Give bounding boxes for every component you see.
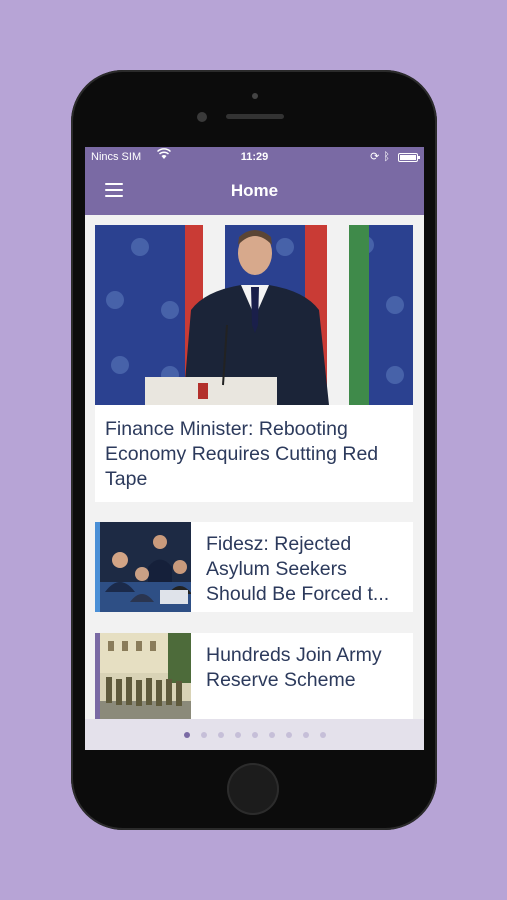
article-thumbnail (100, 633, 191, 719)
featured-article-image (95, 225, 413, 405)
page-dot[interactable] (302, 732, 309, 738)
nav-bar: Home (85, 167, 424, 215)
battery-icon (398, 153, 420, 162)
page-dot[interactable] (251, 732, 258, 738)
page-dot[interactable] (319, 732, 326, 738)
page-title: Home (230, 181, 279, 200)
front-camera (197, 112, 207, 122)
featured-article-title[interactable]: Finance Minister: Rebooting Economy Requ… (95, 405, 413, 492)
article-thumbnail (100, 522, 191, 612)
page-dot[interactable] (183, 732, 190, 738)
page-indicator[interactable] (85, 719, 424, 750)
article-card[interactable]: Fidesz: Rejected Asylum Seekers Should B… (95, 522, 413, 612)
page-dot[interactable] (268, 732, 275, 738)
page-dot[interactable] (217, 732, 224, 738)
featured-article-card[interactable]: Finance Minister: Rebooting Economy Requ… (95, 225, 413, 502)
article-card[interactable]: Hundreds Join Army Reserve Scheme (95, 633, 413, 719)
page-dot[interactable] (234, 732, 241, 738)
phone-speaker (226, 114, 284, 119)
article-feed[interactable]: Finance Minister: Rebooting Economy Requ… (85, 215, 424, 719)
page-dot[interactable] (285, 732, 292, 738)
status-bar: Nincs SIM 11:29 ⟳ᛒ (85, 147, 424, 167)
page-dot[interactable] (200, 732, 207, 738)
phone-sensor (252, 93, 258, 99)
article-title[interactable]: Hundreds Join Army Reserve Scheme (206, 643, 405, 693)
orientation-lock-icon: ⟳ (370, 151, 384, 163)
status-icons: ⟳ᛒ (370, 150, 394, 163)
home-button[interactable] (227, 763, 279, 815)
app-screen: Nincs SIM 11:29 ⟳ᛒ Home Finance Minister… (85, 147, 424, 750)
article-title[interactable]: Fidesz: Rejected Asylum Seekers Should B… (206, 532, 405, 607)
page-dots (85, 719, 424, 738)
bluetooth-icon: ᛒ (383, 151, 394, 163)
